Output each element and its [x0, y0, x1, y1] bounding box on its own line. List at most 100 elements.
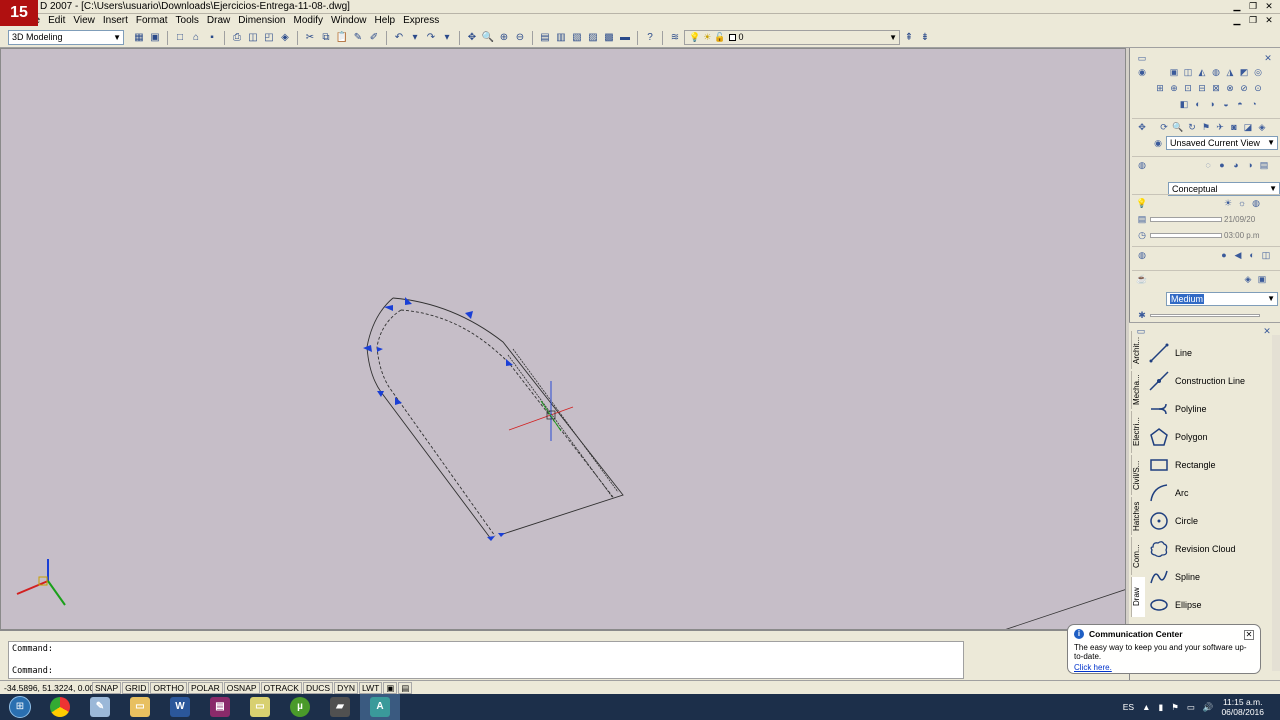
- 3d-navigate-icon[interactable]: ✥: [1136, 121, 1148, 133]
- match-properties-icon[interactable]: ✎: [351, 31, 365, 45]
- grip[interactable]: [465, 311, 473, 319]
- make-current-layer-icon[interactable]: ⇞: [902, 31, 916, 45]
- start-button[interactable]: ⊞: [0, 694, 40, 720]
- panel-close-icon[interactable]: ✕: [1262, 52, 1274, 64]
- balloon-link[interactable]: Click here.: [1074, 663, 1254, 672]
- realistic-icon[interactable]: ◕: [1230, 159, 1242, 171]
- slice-icon[interactable]: ⊙: [1252, 82, 1264, 94]
- layer-previous-icon[interactable]: ⇟: [918, 31, 932, 45]
- model-icon[interactable]: ▣: [383, 681, 398, 694]
- minimize-icon[interactable]: ▁: [1230, 1, 1244, 12]
- balloon-close-icon[interactable]: ✕: [1244, 630, 1254, 640]
- tab-civil-structural[interactable]: Civil/S...: [1131, 455, 1145, 495]
- plot-icon[interactable]: ⎙: [230, 31, 244, 45]
- grip[interactable]: [487, 536, 495, 541]
- close-icon[interactable]: ✕: [1262, 1, 1276, 12]
- new-icon[interactable]: □: [173, 31, 187, 45]
- menu-help[interactable]: Help: [371, 14, 400, 28]
- tab-electrical[interactable]: Electri...: [1131, 411, 1145, 453]
- taskbar-explorer[interactable]: ▭: [120, 694, 160, 720]
- grip[interactable]: [405, 297, 412, 305]
- menu-tools[interactable]: Tools: [172, 14, 203, 28]
- tab-architectural[interactable]: Archit...: [1131, 331, 1145, 369]
- grip[interactable]: [498, 533, 505, 537]
- zoom-realtime-icon[interactable]: 🔍: [481, 31, 495, 45]
- workspace-select[interactable]: 3D Modeling ▼: [8, 30, 124, 45]
- camera-icon[interactable]: ◙: [1228, 121, 1240, 133]
- zoom-icon[interactable]: 🔍: [1172, 121, 1184, 133]
- grip[interactable]: [377, 347, 383, 352]
- taskbar-winrar[interactable]: ▤: [200, 694, 240, 720]
- layer-manager-icon[interactable]: ≋: [668, 31, 682, 45]
- drawing-canvas[interactable]: [1, 49, 1126, 630]
- walk-icon[interactable]: ⚑: [1200, 121, 1212, 133]
- block-editor-icon[interactable]: ✐: [367, 31, 381, 45]
- ducs-toggle[interactable]: DUCS: [302, 681, 334, 694]
- tool-palettes-icon[interactable]: ▧: [570, 31, 584, 45]
- grid-toggle[interactable]: GRID: [122, 681, 150, 694]
- loft-icon[interactable]: ⊟: [1196, 82, 1208, 94]
- sheet-set-icon[interactable]: ▨: [586, 31, 600, 45]
- tab-commands[interactable]: Com...: [1131, 537, 1145, 575]
- paste-icon[interactable]: 📋: [335, 31, 349, 45]
- sun-properties-icon[interactable]: ☼: [1236, 197, 1248, 209]
- conceptual-icon[interactable]: ◑: [1244, 159, 1256, 171]
- tray-arrow-icon[interactable]: ▲: [1142, 702, 1150, 712]
- markup-set-icon[interactable]: ▩: [602, 31, 616, 45]
- 3d-array-icon[interactable]: ◓: [1234, 98, 1246, 110]
- tool-rectangle[interactable]: Rectangle: [1147, 451, 1271, 479]
- lwt-toggle[interactable]: LWT: [359, 681, 383, 694]
- language-indicator[interactable]: ES: [1123, 702, 1134, 712]
- grip[interactable]: [395, 397, 402, 405]
- autocad-logo-icon[interactable]: 15: [0, 0, 38, 26]
- save-icon[interactable]: ▪: [205, 31, 219, 45]
- tab-draw[interactable]: Draw: [1131, 577, 1145, 617]
- cylinder-icon[interactable]: ◫: [1182, 66, 1194, 78]
- render-window-icon[interactable]: ▣: [1256, 273, 1268, 285]
- calculator-icon[interactable]: ▬: [618, 31, 632, 45]
- swivel-icon[interactable]: ↻: [1186, 121, 1198, 133]
- fly-icon[interactable]: ✈: [1214, 121, 1226, 133]
- menu-window[interactable]: Window: [327, 14, 371, 28]
- doc-restore-icon[interactable]: ❐: [1246, 15, 1260, 26]
- intersect-icon[interactable]: ⊘: [1238, 82, 1250, 94]
- render-region-icon[interactable]: ◈: [1242, 273, 1254, 285]
- outer-arc[interactable]: [366, 297, 492, 540]
- clock[interactable]: 11:15 a.m. 06/08/2016: [1221, 697, 1264, 717]
- tab-hatches[interactable]: Hatches: [1131, 497, 1145, 535]
- subtract-icon[interactable]: ⊗: [1224, 82, 1236, 94]
- properties-icon[interactable]: ▤: [538, 31, 552, 45]
- union-icon[interactable]: ⊠: [1210, 82, 1222, 94]
- style-manager-icon[interactable]: ▤: [1258, 159, 1270, 171]
- doc-close-icon[interactable]: ✕: [1262, 15, 1276, 26]
- visual-style-icon[interactable]: ◍: [1136, 159, 1148, 171]
- wedge-icon[interactable]: ◩: [1238, 66, 1250, 78]
- cone-icon[interactable]: ◭: [1196, 66, 1208, 78]
- sphere-icon[interactable]: ◍: [1210, 66, 1222, 78]
- sweep-icon[interactable]: ⊡: [1182, 82, 1194, 94]
- taskbar-autocad[interactable]: A: [360, 694, 400, 720]
- tool-spline[interactable]: Spline: [1147, 563, 1271, 591]
- workspace-settings-icon[interactable]: ▦: [132, 31, 146, 45]
- layout-icon[interactable]: ▤: [398, 681, 413, 694]
- tab-mechanical[interactable]: Mecha...: [1131, 371, 1145, 409]
- undo-icon[interactable]: ↶: [392, 31, 406, 45]
- panel-collapse-icon[interactable]: ▭: [1136, 52, 1148, 64]
- zoom-window-icon[interactable]: ⊕: [497, 31, 511, 45]
- taskbar-utorrent[interactable]: µ: [280, 694, 320, 720]
- taskbar-notes[interactable]: ✎: [80, 694, 120, 720]
- menu-modify[interactable]: Modify: [290, 14, 327, 28]
- light-icon[interactable]: 💡: [1136, 197, 1148, 209]
- tool-revision-cloud[interactable]: Revision Cloud: [1147, 535, 1271, 563]
- perspective-icon[interactable]: ◪: [1242, 121, 1254, 133]
- battery-icon[interactable]: ▭: [1187, 702, 1195, 713]
- box-icon[interactable]: ▣: [1168, 66, 1180, 78]
- plot-preview-icon[interactable]: ◫: [246, 31, 260, 45]
- tool-polygon[interactable]: Polygon: [1147, 423, 1271, 451]
- torus-icon[interactable]: ◎: [1252, 66, 1264, 78]
- taskbar-chrome[interactable]: [40, 694, 80, 720]
- design-center-icon[interactable]: ▥: [554, 31, 568, 45]
- menu-format[interactable]: Format: [132, 14, 172, 28]
- inner-dashed-profile[interactable]: [400, 309, 614, 498]
- doc-minimize-icon[interactable]: ▁: [1230, 15, 1244, 26]
